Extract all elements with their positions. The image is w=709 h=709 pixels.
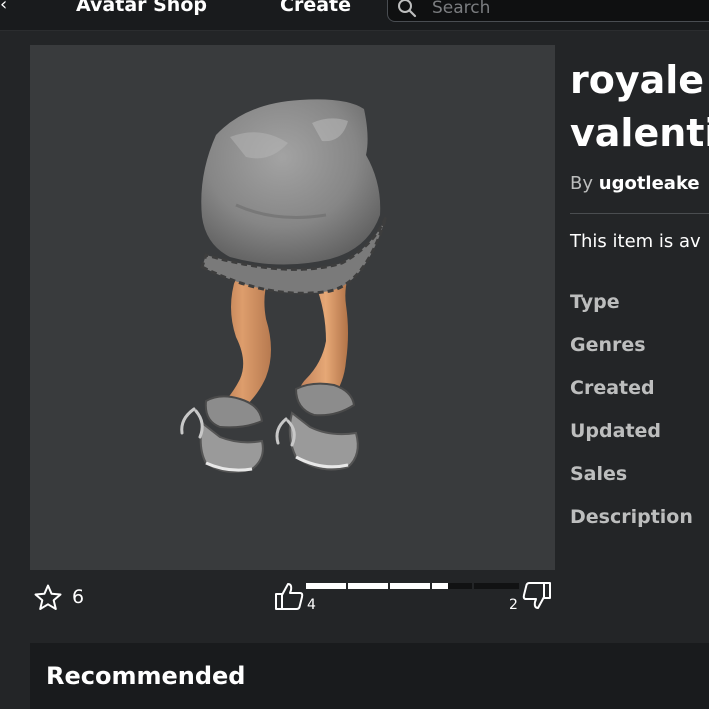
vote-bar-tick xyxy=(346,583,348,589)
search-box[interactable] xyxy=(387,0,709,22)
creator-link[interactable]: ugotleake xyxy=(599,173,700,194)
downvote-count: 2 xyxy=(509,597,518,613)
thumbs-down-icon[interactable] xyxy=(521,580,553,612)
nav-edge-glyph: ‹ xyxy=(0,0,8,15)
nav-avatar-shop[interactable]: Avatar Shop xyxy=(76,0,207,16)
by-label: By xyxy=(570,173,594,194)
detail-label-updated: Updated xyxy=(570,420,662,442)
detail-label-sales: Sales xyxy=(570,463,628,485)
top-navigation-bar: ‹ Avatar Shop Create xyxy=(0,0,709,31)
item-3d-render xyxy=(180,99,388,473)
vote-bar-tick xyxy=(472,583,474,589)
item-title-line-1: royale xyxy=(570,58,705,102)
detail-label-description: Description xyxy=(570,506,693,528)
search-icon[interactable] xyxy=(397,0,417,18)
star-outline-icon[interactable] xyxy=(33,583,63,613)
vote-ratio-fill xyxy=(306,583,449,589)
recommended-section: Recommended xyxy=(30,643,709,709)
recommended-heading: Recommended xyxy=(46,662,246,690)
vote-bar-tick xyxy=(388,583,390,589)
detail-label-genres: Genres xyxy=(570,334,646,356)
nav-create[interactable]: Create xyxy=(280,0,351,16)
search-input[interactable] xyxy=(430,0,709,21)
details-divider xyxy=(570,213,709,214)
vote-bar-tick xyxy=(430,583,432,589)
upvote-count: 4 xyxy=(307,597,316,613)
thumbs-up-icon[interactable] xyxy=(273,580,305,612)
vote-ratio-bar xyxy=(306,583,519,589)
item-title: royale valenti xyxy=(570,54,709,160)
favorite-count: 6 xyxy=(72,586,85,608)
detail-label-type: Type xyxy=(570,291,620,313)
creator-byline: By ugotleake xyxy=(570,173,700,194)
item-thumbnail xyxy=(30,45,555,570)
item-description-snippet: This item is av xyxy=(570,231,701,252)
detail-label-created: Created xyxy=(570,377,655,399)
item-title-line-2: valenti xyxy=(570,111,709,155)
